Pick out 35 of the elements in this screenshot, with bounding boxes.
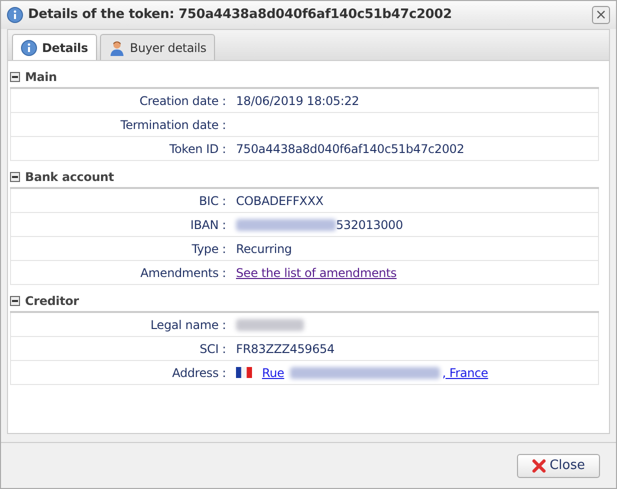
section-title: Bank account — [25, 169, 114, 186]
amendments-link[interactable]: See the list of amendments — [236, 264, 397, 282]
info-icon — [21, 40, 37, 56]
tab[interactable]: Details — [12, 34, 97, 61]
tab[interactable]: Buyer details — [100, 34, 216, 60]
field-label: BIC : — [198, 192, 227, 210]
address-link[interactable]: Rue , France — [262, 364, 488, 382]
field-label: SCI : — [198, 340, 227, 358]
section-title: Main — [25, 69, 57, 86]
field-label: Creation date : — [138, 92, 227, 110]
field-value: 750a4438a8d040f6af140c51b47c2002 — [236, 140, 464, 158]
close-button[interactable]: Close — [516, 454, 600, 478]
field-label: IBAN : — [189, 216, 227, 234]
field-value: Recurring — [236, 240, 292, 258]
field-value: 18/06/2019 18:05:22 — [236, 92, 360, 110]
field-label: Termination date : — [120, 116, 227, 134]
collapse-toggle-icon[interactable] — [10, 296, 20, 306]
redacted-blur — [236, 318, 304, 330]
section-title: Creditor — [25, 293, 79, 310]
field-label: Amendments : — [139, 264, 227, 282]
collapse-toggle-icon[interactable] — [10, 172, 20, 182]
field-label: Legal name : — [150, 316, 227, 334]
person-icon — [108, 40, 125, 56]
close-button[interactable]: × — [592, 6, 610, 24]
field-label: Type : — [190, 240, 227, 258]
close-icon — [532, 458, 546, 472]
field-label: Token ID : — [168, 140, 227, 158]
info-icon — [7, 7, 23, 23]
flag-icon — [236, 367, 252, 378]
field-label: Address : — [171, 364, 227, 382]
field-value: FR83ZZZ459654 — [236, 340, 334, 358]
field-value: 532013000 — [336, 216, 403, 234]
window-title: Details of the token: 750a4438a8d040f6af140c51b47c2002 — [28, 6, 452, 24]
field-value: COBADEFFXXX — [236, 192, 324, 210]
collapse-toggle-icon[interactable] — [10, 72, 20, 82]
